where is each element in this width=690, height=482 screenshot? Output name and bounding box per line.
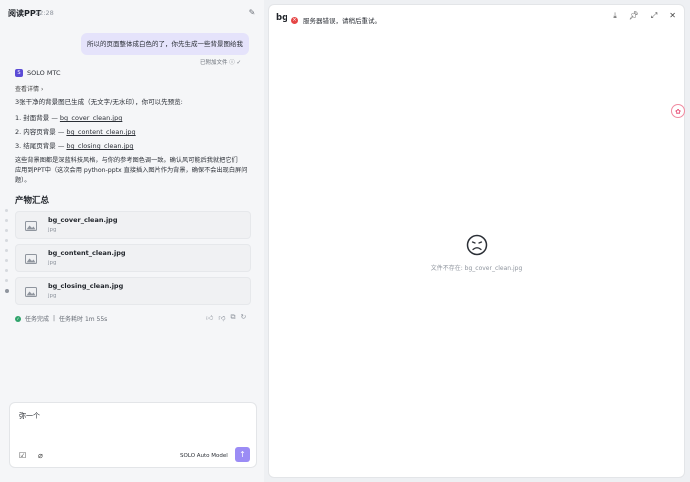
user-message: 所以的页面整体成白色的了，你先生成一些背景图给我	[81, 33, 249, 55]
artifact-card[interactable]: bg_content_clean.jpg jpg	[15, 244, 251, 272]
close-icon[interactable]: ✕	[669, 11, 676, 21]
edit-note-icon[interactable]: ☑	[19, 451, 26, 460]
check-icon: ✓	[15, 315, 21, 322]
list-item: 1. 封面背景 — bg_cover_clean.jpg	[15, 114, 123, 122]
file-link[interactable]: bg_closing_clean.jpg	[66, 142, 133, 150]
edit-icon[interactable]: ✎	[247, 8, 257, 18]
image-icon	[25, 254, 37, 264]
file-link[interactable]: bg_content_clean.jpg	[66, 128, 135, 136]
composer-input[interactable]: 弥一个	[19, 411, 40, 421]
missing-file-message: 文件不存在: bg_cover_clean.jpg	[430, 265, 523, 272]
artifact-card[interactable]: bg_closing_clean.jpg jpg	[15, 277, 251, 305]
download-icon[interactable]: ⤓	[613, 11, 617, 21]
timestamp: 22:28	[35, 9, 54, 17]
artifacts-title: 产物汇总	[15, 196, 50, 206]
copy-icon[interactable]: ⧉	[230, 313, 235, 322]
agent-logo-icon: S	[15, 69, 23, 77]
model-selector[interactable]: SOLO Auto Model	[180, 453, 228, 459]
response-intro: 3张干净的背景图已生成（无文字/无水印），你可以先预览:	[15, 98, 183, 106]
preview-toolbar: ⤓ 📌︎ ⤢ ✕	[613, 11, 676, 21]
response-note: 这些背景图都是深蓝科技风格，与你的参考图色调一致。确认风可能后我就把它们 应用到…	[15, 157, 248, 184]
message-actions: 👍︎ 👎︎ ⧉ ↻	[206, 313, 246, 322]
send-button[interactable]: ↑	[235, 447, 250, 462]
pin-icon[interactable]: 📌︎	[629, 11, 639, 21]
composer[interactable]: 弥一个 ☑ ⌀ SOLO Auto Model ↑	[9, 402, 257, 468]
paperclip-icon[interactable]: ⌀	[38, 451, 43, 460]
refresh-icon[interactable]: ↻	[240, 313, 246, 322]
image-icon	[25, 287, 37, 297]
attachment-badge[interactable]: 已附加文件 ⓘ ✓	[200, 58, 241, 66]
file-link[interactable]: bg_cover_clean.jpg	[60, 114, 122, 122]
thumbs-down-icon[interactable]: 👎︎	[218, 313, 225, 322]
thumbs-up-icon[interactable]: 👍︎	[206, 313, 213, 322]
image-icon	[25, 221, 37, 231]
chat-panel: 阅读PPT 22:28 ✎ 所以的页面整体成白色的了，你先生成一些背景图给我 已…	[0, 0, 264, 482]
artifact-card[interactable]: bg_cover_clean.jpg jpg	[15, 211, 251, 239]
error-toast: × 服务器错误，请稍后重试。	[287, 14, 385, 26]
preview-panel: bg. × 服务器错误，请稍后重试。 ⤓ 📌︎ ⤢ ✕ 文件不存在: bg_co…	[268, 4, 685, 478]
task-status: ✓ 任务完成 | 任务耗时 1m 55s	[15, 315, 108, 323]
agent-name: SOLO MTC	[27, 69, 61, 77]
floating-assistant-icon[interactable]: ✿	[671, 104, 685, 118]
list-item: 3. 结尾页背景 — bg_closing_clean.jpg	[15, 142, 134, 150]
arrow-up-icon: ↑	[239, 450, 246, 459]
timeline-dots	[5, 209, 9, 300]
error-icon: ×	[291, 16, 298, 24]
agent-header: S SOLO MTC	[15, 69, 61, 77]
details-link[interactable]: 查看详情 ›	[15, 84, 43, 93]
chevron-right-icon: ›	[40, 86, 44, 93]
sad-face-icon	[466, 234, 488, 256]
expand-icon[interactable]: ⤢	[651, 11, 657, 21]
list-item: 2. 内容页背景 — bg_content_clean.jpg	[15, 128, 136, 136]
